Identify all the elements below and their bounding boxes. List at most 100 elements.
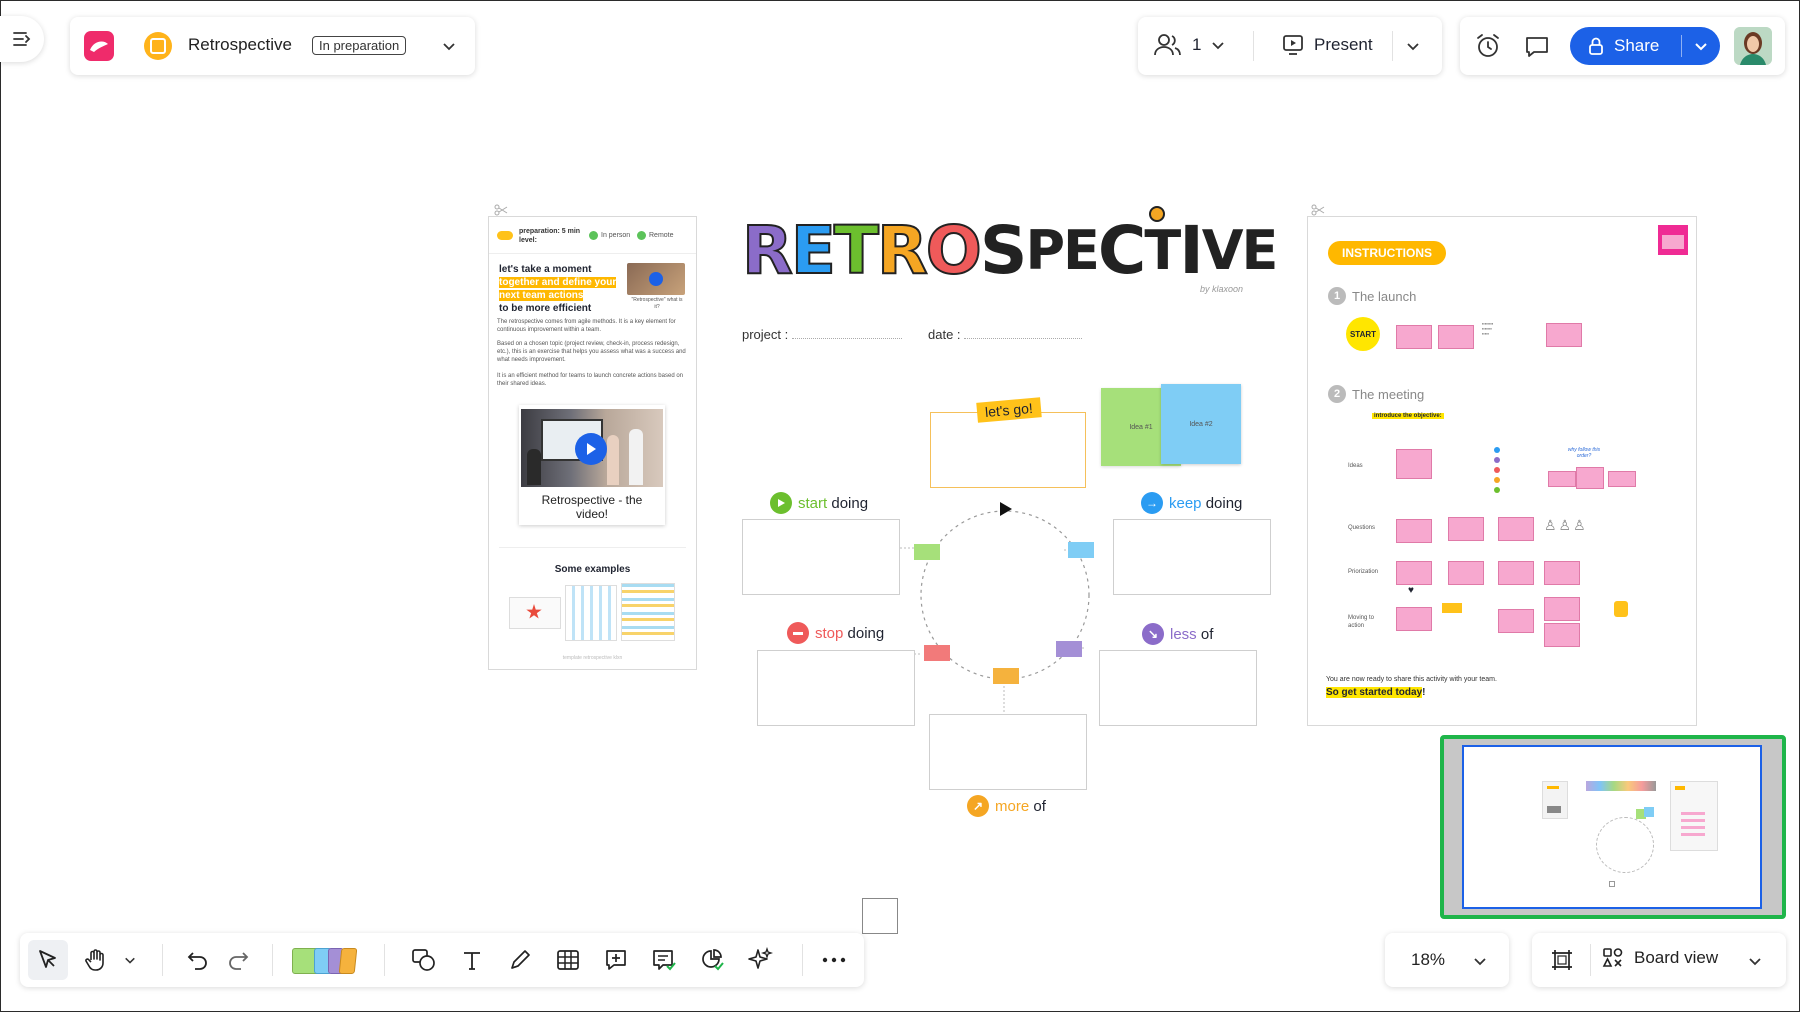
comment-tool[interactable] [596, 940, 636, 980]
quiz-icon [702, 949, 724, 971]
more-of-zone[interactable] [929, 714, 1087, 790]
timer-icon[interactable] [1474, 33, 1502, 59]
zoom-chevron-down-icon[interactable] [1473, 954, 1487, 968]
status-badge[interactable]: In preparation [312, 36, 407, 55]
lets-go-zone[interactable] [930, 412, 1086, 488]
flow-note [1544, 561, 1580, 585]
stop-doing-label: stop doing [787, 622, 884, 644]
less-of-zone[interactable] [1099, 650, 1257, 726]
what-is-it-video-thumbnail[interactable] [627, 263, 685, 295]
title-letter: R [741, 212, 794, 289]
avatar-image [1734, 27, 1772, 65]
comment-icon[interactable] [1524, 35, 1550, 59]
shapes-tool[interactable] [404, 940, 444, 980]
retrospective-title: R E T R O S P E C T I V E [741, 212, 1279, 289]
flow-note [1576, 467, 1604, 489]
flow-note [1498, 517, 1534, 541]
pen-icon [511, 950, 530, 969]
menu-collapse-icon [13, 32, 31, 46]
hand-options-chevron-icon[interactable] [124, 954, 136, 966]
zoom-control[interactable]: 18% [1385, 933, 1509, 987]
keep-icon: → [1141, 492, 1163, 514]
share-button[interactable]: Share [1570, 27, 1720, 65]
hand-icon [85, 949, 104, 971]
instructions-card[interactable]: INSTRUCTIONS 1 The launch START ▪▪▪▪▪▪▪▪… [1307, 216, 1697, 726]
scissors-icon [1311, 204, 1325, 216]
tools-toolbar [20, 933, 864, 987]
chevron-down-icon[interactable] [442, 39, 456, 53]
mini-sticky-blue[interactable] [1068, 542, 1094, 558]
launch-note: ▪▪▪▪▪▪▪▪ ▪▪▪▪▪▪▪ ▪▪▪▪▪ [1482, 321, 1494, 336]
minimap-viewport[interactable] [1462, 745, 1762, 909]
present-button[interactable]: Present [1282, 34, 1373, 56]
board-view-button[interactable]: Board view [1602, 947, 1718, 969]
title-letter: P [1025, 219, 1065, 282]
klaxoon-logo[interactable] [84, 31, 114, 61]
redo-button[interactable] [218, 940, 258, 980]
add-comment-icon [606, 950, 626, 970]
present-label: Present [1314, 35, 1373, 54]
stop-doing-zone[interactable] [757, 650, 915, 726]
empty-frame[interactable] [862, 898, 898, 934]
mini-sticky-purple[interactable] [1056, 641, 1082, 657]
participants-button[interactable]: 1 [1154, 33, 1225, 57]
why-follow-note: why follow this order? [1567, 447, 1601, 459]
sticky-idea-2[interactable]: Idea #2 [1161, 384, 1241, 464]
zoom-level: 18% [1411, 950, 1446, 969]
video-thumbnail[interactable] [521, 409, 663, 487]
share-label: Share [1614, 36, 1660, 55]
launch-step [1438, 325, 1474, 349]
title-dot [1149, 206, 1165, 222]
undo-button[interactable] [178, 940, 218, 980]
start-doing-zone[interactable] [742, 519, 900, 595]
step-2-heading: 2 The meeting [1328, 385, 1424, 403]
by-line: by klaxoon [1200, 284, 1244, 294]
select-tool[interactable] [28, 940, 68, 980]
present-options-chevron-icon[interactable] [1406, 39, 1420, 53]
flow-note [1448, 517, 1484, 541]
hand-tool[interactable] [76, 940, 116, 980]
fit-frame-button[interactable] [1542, 940, 1582, 980]
flow-note [1396, 607, 1432, 631]
table-tool[interactable] [548, 940, 588, 980]
example-thumbnails[interactable] [509, 583, 675, 641]
prep-time: preparation: 5 min [519, 228, 581, 235]
board-title[interactable]: Retrospective [188, 35, 292, 55]
share-options-chevron-icon[interactable] [1694, 39, 1708, 53]
flow-note-yellow [1442, 603, 1462, 613]
ready-text: You are now ready to share this activity… [1326, 676, 1497, 683]
form-tool[interactable] [644, 940, 684, 980]
collab-panel: 1 Present [1138, 17, 1442, 75]
video-title: Retrospective - the video! [541, 493, 643, 521]
mini-sticky-orange[interactable] [993, 668, 1019, 684]
more-of-label: ↗ more of [967, 795, 1046, 817]
title-letter: E [1241, 219, 1279, 282]
table-icon [557, 950, 579, 970]
avatar[interactable] [1734, 27, 1772, 65]
more-tools-button[interactable] [814, 940, 854, 980]
template-info-card[interactable]: preparation: 5 min level: In person Remo… [488, 216, 697, 670]
heart-icon: ♥ [1408, 585, 1414, 596]
mini-sticky-green[interactable] [914, 544, 940, 560]
participants-count: 1 [1192, 35, 1202, 54]
ai-tool[interactable] [740, 940, 780, 980]
mini-sticky-red[interactable] [924, 645, 950, 661]
flow-note [1448, 561, 1484, 585]
board-type-icon [144, 32, 172, 60]
launch-step [1396, 325, 1432, 349]
text-tool[interactable] [452, 940, 492, 980]
view-chevron-down-icon[interactable] [1748, 954, 1762, 968]
sidebar-toggle[interactable] [0, 16, 44, 62]
pen-tool[interactable] [500, 940, 540, 980]
row-moving-to-action: Moving to action [1348, 615, 1375, 629]
intro-paragraph-2: Based on a chosen topic (project review,… [497, 341, 686, 363]
quiz-tool[interactable] [692, 940, 732, 980]
minimap[interactable] [1440, 735, 1786, 919]
video-card[interactable]: Retrospective - the video! [519, 405, 665, 525]
klaxoon-logo-icon [90, 41, 108, 52]
sticky-notes-tool[interactable] [292, 944, 364, 976]
date-field[interactable]: date : [928, 327, 1083, 342]
play-icon[interactable] [575, 433, 607, 465]
project-field[interactable]: project : [742, 327, 902, 342]
keep-doing-zone[interactable] [1113, 519, 1271, 595]
